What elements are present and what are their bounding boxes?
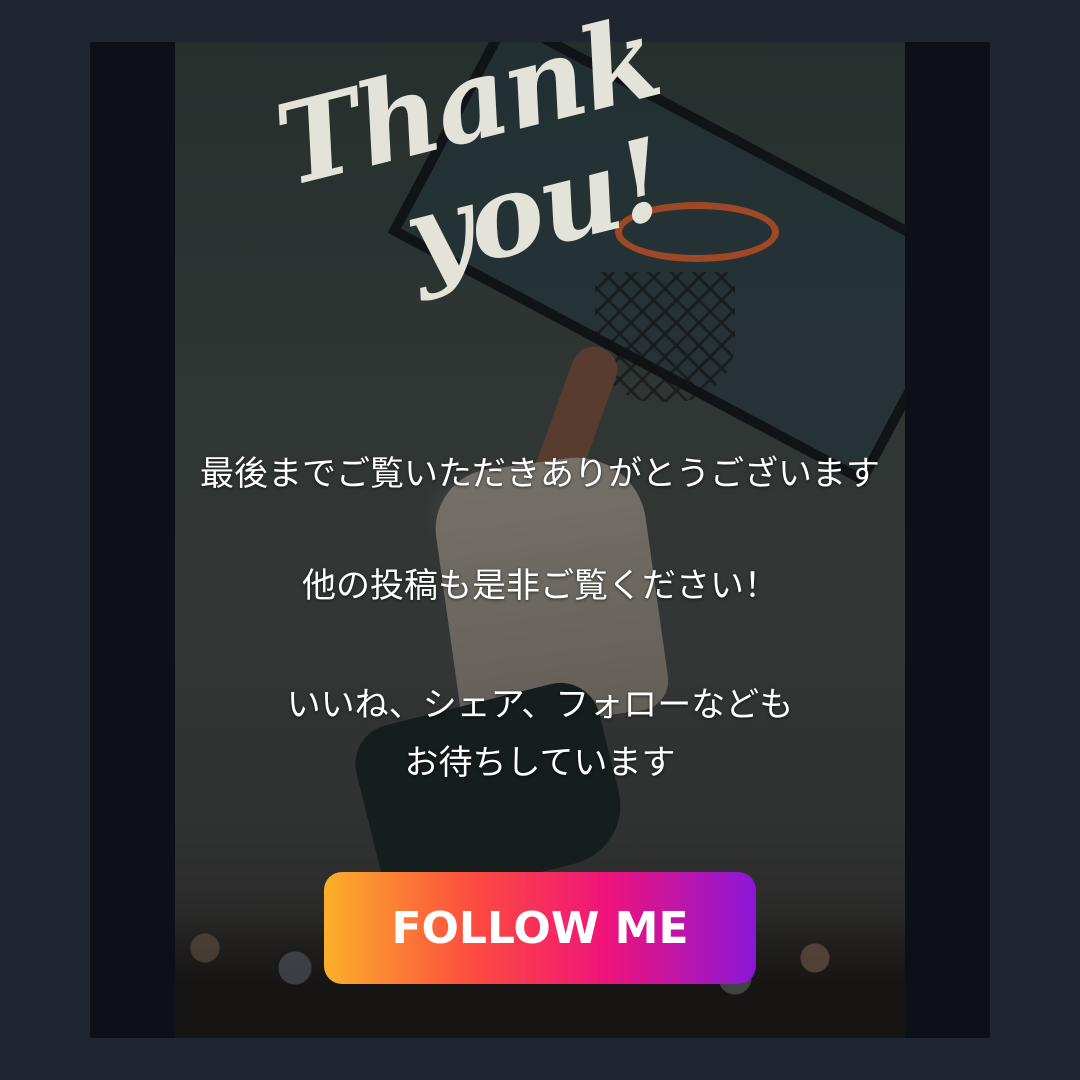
thanks-message: 最後までご覧いただきありがとうございます (200, 454, 880, 494)
engagement-message-line-2: お待ちしています (404, 743, 676, 783)
engagement-message: いいね、シェア、フォローなども お待ちしています (0, 676, 1080, 792)
engagement-message-line-1: いいね、シェア、フォローなども (286, 685, 794, 725)
other-posts-message: 他の投稿も是非ご覧ください！ (302, 566, 778, 606)
thank-you-headline: Thank you! (230, 0, 678, 440)
follow-me-button[interactable]: FOLLOW ME (324, 872, 756, 984)
